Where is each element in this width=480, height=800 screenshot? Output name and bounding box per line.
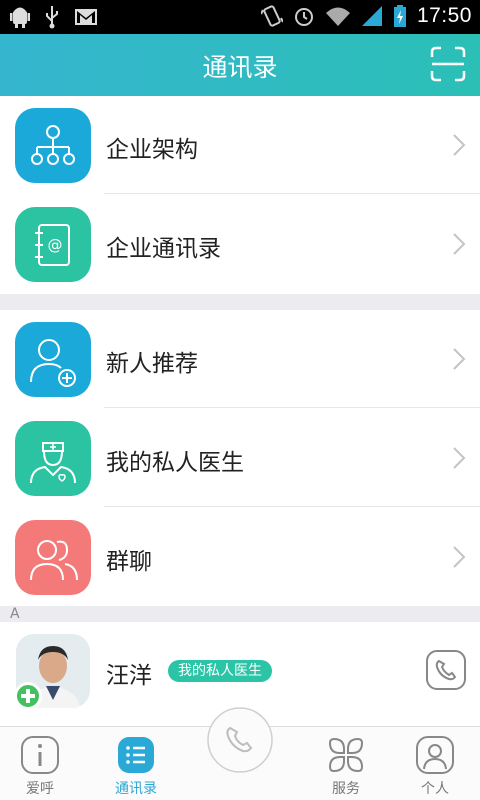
list-icon (118, 737, 154, 773)
menu-item-new-recommend[interactable]: 新人推荐 (0, 310, 480, 408)
doctor-icon (15, 421, 91, 496)
page-title: 通讯录 (202, 53, 278, 82)
grid-icon (328, 737, 364, 773)
gmail-icon (75, 9, 97, 25)
signal-icon (361, 6, 382, 26)
menu-item-label: 群聊 (106, 549, 152, 575)
chevron-right-icon (453, 233, 466, 255)
divider (104, 193, 480, 194)
app-header: 通讯录 (0, 34, 480, 96)
address-book-icon: @ (15, 207, 91, 282)
menu-item-org-structure[interactable]: 企业架构 (0, 96, 480, 194)
group-icon (15, 520, 91, 595)
wifi-icon (325, 7, 350, 26)
status-time: 17:50 (416, 4, 472, 27)
tab-contacts[interactable]: 通讯录 (96, 727, 176, 800)
tab-label: 服务 (332, 781, 360, 797)
status-badge: 我的私人医生 (168, 660, 272, 682)
menu-item-label: 新人推荐 (106, 351, 198, 377)
info-icon (21, 736, 59, 774)
menu-item-label: 企业架构 (106, 137, 198, 163)
status-bar: 17:50 (0, 0, 480, 34)
menu-item-label: 我的私人医生 (106, 450, 244, 476)
tab-label: 个人 (421, 781, 449, 797)
phone-icon[interactable] (426, 650, 466, 690)
battery-icon (393, 5, 406, 27)
add-badge-icon (14, 682, 42, 710)
svg-text:@: @ (48, 236, 63, 254)
vibrate-icon (260, 5, 283, 27)
menu-item-group-chat[interactable]: 群聊 (0, 508, 480, 606)
alarm-icon (294, 8, 313, 26)
chevron-right-icon (453, 348, 466, 370)
chevron-right-icon (453, 546, 466, 568)
chevron-right-icon (453, 447, 466, 469)
section-index-letter: A (10, 606, 20, 622)
section-gap (0, 294, 480, 310)
android-debug-icon (10, 7, 30, 28)
usb-icon (46, 6, 58, 29)
person-icon (416, 736, 454, 774)
section-header (0, 606, 480, 622)
dial-phone-button[interactable] (206, 706, 274, 774)
menu-item-label: 企业通讯录 (106, 236, 221, 262)
divider (104, 506, 480, 507)
scan-icon[interactable] (430, 46, 466, 82)
contact-name: 汪洋 (106, 663, 152, 689)
chevron-right-icon (453, 134, 466, 156)
divider (104, 407, 480, 408)
add-person-icon (15, 322, 91, 397)
menu-item-company-directory[interactable]: @ 企业通讯录 (0, 195, 480, 293)
menu-item-private-doctor[interactable]: 我的私人医生 (0, 409, 480, 507)
org-structure-icon (15, 108, 91, 183)
tab-personal[interactable]: 个人 (395, 727, 475, 800)
tab-label: 通讯录 (115, 781, 157, 797)
tab-label: 爱呼 (26, 781, 54, 797)
tab-aihu[interactable]: 爱呼 (0, 727, 80, 800)
tab-services[interactable]: 服务 (306, 727, 386, 800)
